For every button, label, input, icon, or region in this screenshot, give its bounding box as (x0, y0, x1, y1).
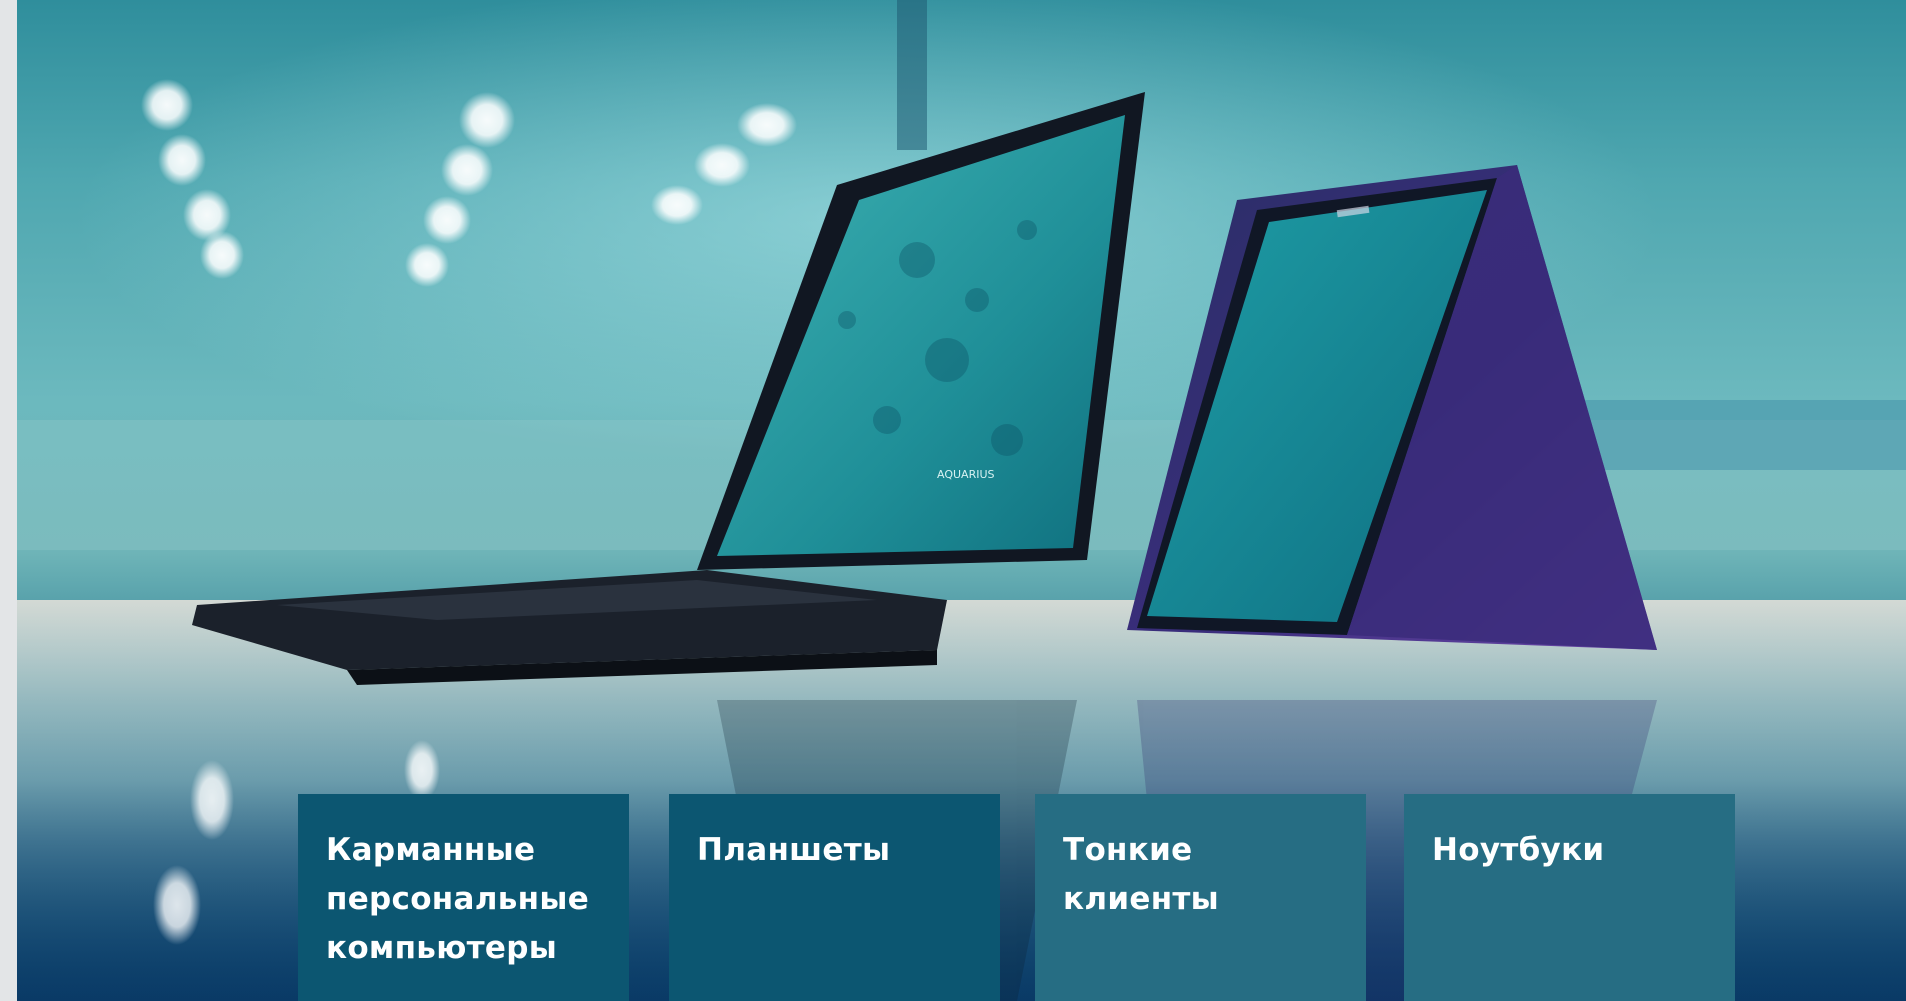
category-card-label: Планшеты (697, 832, 891, 868)
ceiling-lights (141, 79, 797, 287)
category-card-laptops[interactable]: Ноутбуки (1404, 794, 1735, 1001)
category-card-label: Карманные персональные компьютеры (326, 832, 590, 966)
page: AQUARIUS Карманные персональные компьюте… (0, 0, 1906, 1001)
hero-banner: AQUARIUS Карманные персональные компьюте… (17, 0, 1906, 1001)
laptop-tent (1127, 165, 1657, 650)
category-card-pda[interactable]: Карманные персональные компьютеры (298, 794, 629, 1001)
left-page-margin (0, 0, 17, 1001)
category-card-tablets[interactable]: Планшеты (669, 794, 1000, 1001)
laptop-open: AQUARIUS (192, 92, 1145, 685)
category-card-label: Тонкие клиенты (1063, 832, 1220, 917)
category-card-label: Ноутбуки (1432, 832, 1605, 868)
category-card-thin-clients[interactable]: Тонкие клиенты (1035, 794, 1366, 1001)
laptop-screen-logo: AQUARIUS (937, 468, 995, 481)
